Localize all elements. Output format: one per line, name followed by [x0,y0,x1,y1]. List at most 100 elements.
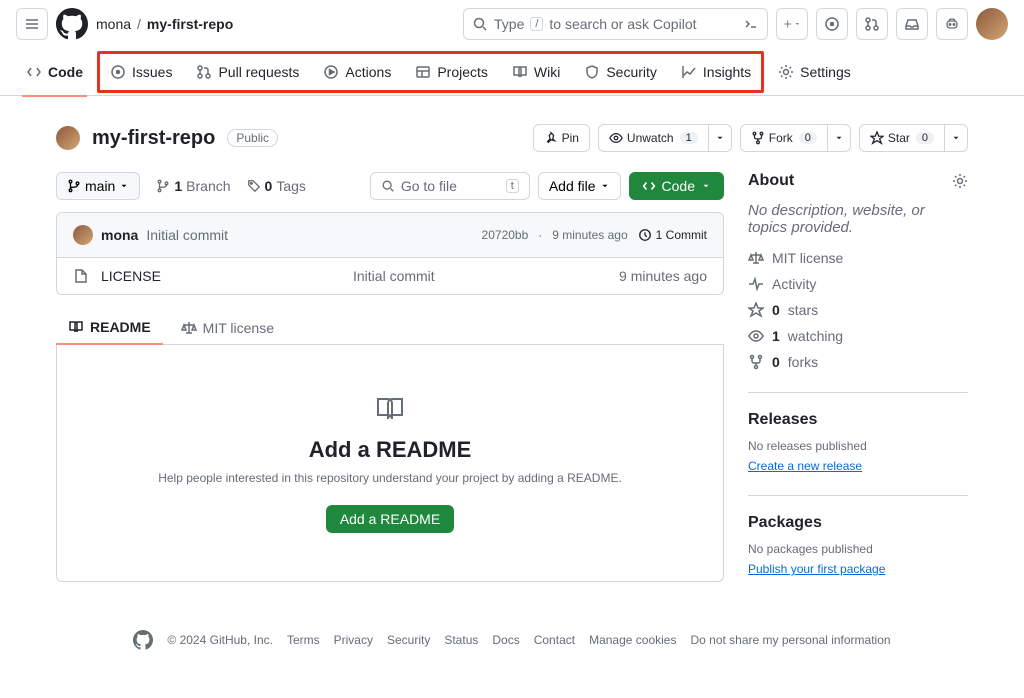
add-readme-button[interactable]: Add a README [326,505,454,533]
goto-file-input[interactable]: Go to filet [370,172,530,200]
user-avatar[interactable] [976,8,1008,40]
stars-link[interactable]: 0 stars [748,302,968,318]
owner-link[interactable]: mona [96,16,131,32]
copilot-button[interactable] [936,8,968,40]
create-new-button[interactable] [776,8,808,40]
code-icon [642,179,656,193]
pull-request-icon [864,16,880,32]
nav-issues[interactable]: Issues [100,56,182,88]
menu-button[interactable] [16,8,48,40]
footer-link[interactable]: Contact [534,633,575,647]
readme-placeholder: Add a README Help people interested in t… [56,345,724,582]
commit-author[interactable]: mona [101,227,138,243]
publish-package-link[interactable]: Publish your first package [748,562,885,576]
footer: © 2024 GitHub, Inc. Terms Privacy Securi… [56,598,968,682]
history-icon [638,228,652,242]
tab-readme[interactable]: README [56,311,163,345]
visibility-badge: Public [227,129,278,147]
about-list: MIT license Activity 0 stars 1 watching … [748,250,968,370]
nav-wiki[interactable]: Wiki [502,56,570,88]
search-hint-prefix: Type [494,16,524,32]
watching-link[interactable]: 1 watching [748,328,968,344]
search-icon [381,179,395,193]
nav-settings-label: Settings [800,64,851,80]
fork-button[interactable]: Fork0 [740,124,828,152]
footer-link[interactable]: Status [444,633,478,647]
fork-icon [751,131,765,145]
hamburger-icon [24,16,40,32]
repo-link[interactable]: my-first-repo [147,16,233,32]
pull-requests-button[interactable] [856,8,888,40]
nav-code[interactable]: Code [16,56,93,88]
nav-settings[interactable]: Settings [768,56,861,88]
fork-dropdown[interactable] [828,124,851,152]
nav-wiki-label: Wiki [534,64,560,80]
file-nav-left: main 1Branch 0Tags [56,172,306,200]
nav-projects[interactable]: Projects [405,56,498,88]
chevron-down-icon [794,19,801,29]
readme-title: Add a README [81,437,699,463]
commit-sha[interactable]: 20720bb [482,228,529,242]
issues-button[interactable] [816,8,848,40]
notifications-button[interactable] [896,8,928,40]
nav-insights[interactable]: Insights [671,56,761,88]
create-release-link[interactable]: Create a new release [748,459,862,473]
pin-button[interactable]: Pin [533,124,590,152]
star-dropdown[interactable] [945,124,968,152]
search-kbd: / [530,17,543,31]
about-desc: No description, website, or topics provi… [748,202,968,236]
file-nav-right: Go to filet Add file Code [370,172,724,200]
file-name[interactable]: LICENSE [101,268,341,284]
readme-tabs: README MIT license [56,311,724,345]
nav-insights-label: Insights [703,64,751,80]
nav-pulls[interactable]: Pull requests [186,56,309,88]
nav-security[interactable]: Security [574,56,667,88]
nav-issues-label: Issues [132,64,172,80]
shield-icon [584,64,600,80]
footer-link[interactable]: Docs [492,633,519,647]
branch-button[interactable]: main [56,172,140,200]
license-link[interactable]: MIT license [748,250,968,266]
unwatch-dropdown[interactable] [709,124,732,152]
github-logo[interactable] [56,8,88,40]
footer-link[interactable]: Do not share my personal information [690,633,890,647]
latest-commit-row: mona Initial commit 20720bb · 9 minutes … [57,213,723,258]
search-input[interactable]: Type / to search or ask Copilot [463,8,768,40]
nav-security-label: Security [606,64,657,80]
commit-message[interactable]: Initial commit [146,227,228,243]
chevron-down-icon [715,133,725,143]
play-circle-icon [323,64,339,80]
chevron-down-icon [600,181,610,191]
nav-actions[interactable]: Actions [313,56,401,88]
tab-license[interactable]: MIT license [169,311,286,344]
unwatch-button[interactable]: Unwatch1 [598,124,709,152]
commits-count-link[interactable]: 1 Commit [638,228,707,242]
code-button[interactable]: Code [629,172,724,200]
branches-link[interactable]: 1Branch [156,178,230,194]
star-button[interactable]: Star0 [859,124,945,152]
forks-link[interactable]: 0 forks [748,354,968,370]
fork-button-group: Fork0 [740,124,851,152]
add-file-button[interactable]: Add file [538,172,621,200]
breadcrumb-sep: / [137,16,141,32]
activity-link[interactable]: Activity [748,276,968,292]
tags-link[interactable]: 0Tags [247,178,306,194]
readme-desc: Help people interested in this repositor… [81,471,699,485]
global-header: mona / my-first-repo Type / to search or… [0,0,1024,48]
repo-header: my-first-repo Public Pin Unwatch1 Fork0 … [56,112,968,164]
footer-link[interactable]: Security [387,633,430,647]
search-container: Type / to search or ask Copilot [253,8,768,40]
fork-icon [748,354,764,370]
layout: main 1Branch 0Tags Go to filet Add file … [56,172,968,598]
about-settings-button[interactable] [952,173,968,189]
chevron-down-icon [951,133,961,143]
main-column: main 1Branch 0Tags Go to filet Add file … [56,172,724,598]
footer-link[interactable]: Manage cookies [589,633,676,647]
breadcrumb: mona / my-first-repo [96,16,233,32]
footer-link[interactable]: Terms [287,633,320,647]
file-commit-msg[interactable]: Initial commit [353,268,607,284]
file-row[interactable]: LICENSE Initial commit 9 minutes ago [57,258,723,294]
header-actions [776,8,1008,40]
footer-link[interactable]: Privacy [334,633,373,647]
gear-icon [778,64,794,80]
